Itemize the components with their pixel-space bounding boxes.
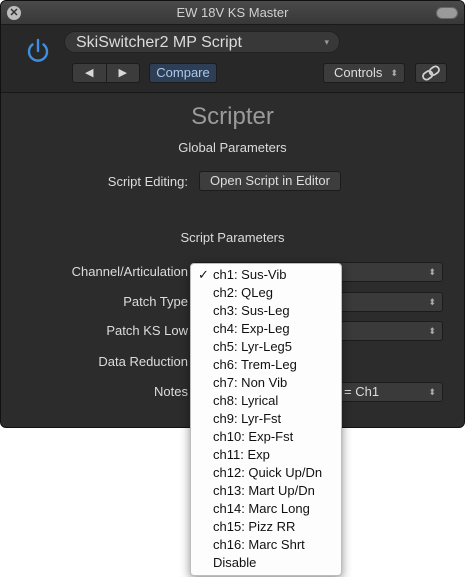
menu-item-label: ch6: Trem-Leg bbox=[213, 357, 297, 372]
menu-item-label: ch2: QLeg bbox=[213, 285, 273, 300]
checkmark-icon: ✓ bbox=[198, 267, 209, 282]
preset-name: SkiSwitcher2 MP Script bbox=[76, 34, 242, 51]
previous-preset-button[interactable]: ◀ bbox=[73, 64, 107, 82]
param-label-channel-articulation: Channel/Articulation bbox=[71, 264, 188, 279]
plugin-header: SkiSwitcher2 MP Script ▾ ◀ ▶ Compare Con… bbox=[1, 25, 464, 93]
menu-item[interactable]: ch11: Exp bbox=[191, 446, 341, 464]
menu-item[interactable]: ch16: Marc Shrt bbox=[191, 536, 341, 554]
param-label-notes: Notes bbox=[154, 384, 188, 399]
menu-item-label: ch15: Pizz RR bbox=[213, 519, 296, 534]
menu-item-label: Disable bbox=[213, 555, 257, 570]
preset-navigation: ◀ ▶ bbox=[72, 63, 140, 83]
menu-item[interactable]: ch8: Lyrical bbox=[191, 392, 341, 410]
controls-view-selector[interactable]: Controls ⬍ bbox=[323, 63, 405, 83]
controls-label: Controls bbox=[334, 65, 383, 80]
compare-button[interactable]: Compare bbox=[149, 63, 217, 83]
menu-item[interactable]: ch12: Quick Up/Dn bbox=[191, 464, 341, 482]
script-parameters-title: Script Parameters bbox=[180, 230, 285, 245]
link-button[interactable] bbox=[415, 63, 447, 83]
power-icon[interactable] bbox=[23, 36, 53, 66]
menu-item-label: ch8: Lyrical bbox=[213, 393, 279, 408]
menu-item-label: ch12: Quick Up/Dn bbox=[213, 465, 323, 480]
menu-item[interactable]: ch15: Pizz RR bbox=[191, 518, 341, 536]
open-script-button[interactable]: Open Script in Editor bbox=[199, 171, 341, 191]
menu-item-label: ch7: Non Vib bbox=[213, 375, 288, 390]
menu-item-label: ch10: Exp-Fst bbox=[213, 429, 294, 444]
menu-item[interactable]: ch5: Lyr-Leg5 bbox=[191, 338, 341, 356]
title-bar[interactable]: ✕ EW 18V KS Master bbox=[1, 1, 464, 25]
param-label-patch-type: Patch Type bbox=[123, 294, 188, 309]
menu-item-label: ch11: Exp bbox=[213, 447, 270, 462]
resize-toggle-button[interactable] bbox=[436, 7, 458, 19]
param-label-patch-ks-low: Patch KS Low bbox=[106, 323, 188, 338]
menu-item-label: ch1: Sus-Vib bbox=[213, 267, 287, 282]
notes-value: = Ch1 bbox=[344, 384, 380, 399]
menu-item[interactable]: ch10: Exp-Fst bbox=[191, 428, 341, 446]
updown-arrows-icon: ⬍ bbox=[428, 387, 436, 397]
menu-item[interactable]: ch6: Trem-Leg bbox=[191, 356, 341, 374]
menu-item[interactable]: ch7: Non Vib bbox=[191, 374, 341, 392]
param-label-data-reduction: Data Reduction bbox=[98, 354, 188, 369]
updown-arrows-icon: ⬍ bbox=[428, 297, 436, 307]
menu-item[interactable]: ch9: Lyr-Fst bbox=[191, 410, 341, 428]
menu-item[interactable]: ch14: Marc Long bbox=[191, 500, 341, 518]
window-title: EW 18V KS Master bbox=[176, 5, 289, 20]
updown-arrows-icon: ⬍ bbox=[428, 326, 436, 336]
updown-arrows-icon: ⬍ bbox=[428, 267, 436, 277]
menu-item-label: ch16: Marc Shrt bbox=[213, 537, 305, 552]
menu-item-label: ch4: Exp-Leg bbox=[213, 321, 290, 336]
menu-item[interactable]: ch3: Sus-Leg bbox=[191, 302, 341, 320]
updown-arrows-icon: ⬍ bbox=[390, 68, 398, 78]
menu-item[interactable]: ✓ ch1: Sus-Vib bbox=[191, 266, 341, 284]
menu-item[interactable]: ch4: Exp-Leg bbox=[191, 320, 341, 338]
plugin-name: Scripter bbox=[191, 103, 274, 130]
menu-item-label: ch13: Mart Up/Dn bbox=[213, 483, 315, 498]
menu-item-label: ch5: Lyr-Leg5 bbox=[213, 339, 293, 354]
global-parameters-title: Global Parameters bbox=[178, 140, 287, 155]
chevron-down-icon: ▾ bbox=[324, 37, 329, 47]
menu-item-label: ch14: Marc Long bbox=[213, 501, 310, 516]
menu-item[interactable]: ch13: Mart Up/Dn bbox=[191, 482, 341, 500]
next-preset-button[interactable]: ▶ bbox=[107, 64, 140, 82]
menu-item[interactable]: ch2: QLeg bbox=[191, 284, 341, 302]
menu-item-label: ch9: Lyr-Fst bbox=[213, 411, 282, 426]
link-icon bbox=[422, 65, 440, 81]
menu-item[interactable]: Disable bbox=[191, 554, 341, 572]
articulation-dropdown-menu: ✓ ch1: Sus-Vib ch2: QLeg ch3: Sus-Leg ch4: E… bbox=[190, 263, 342, 576]
preset-selector[interactable]: SkiSwitcher2 MP Script ▾ bbox=[64, 31, 340, 53]
script-editing-label: Script Editing: bbox=[107, 174, 188, 189]
menu-item-label: ch3: Sus-Leg bbox=[213, 303, 290, 318]
